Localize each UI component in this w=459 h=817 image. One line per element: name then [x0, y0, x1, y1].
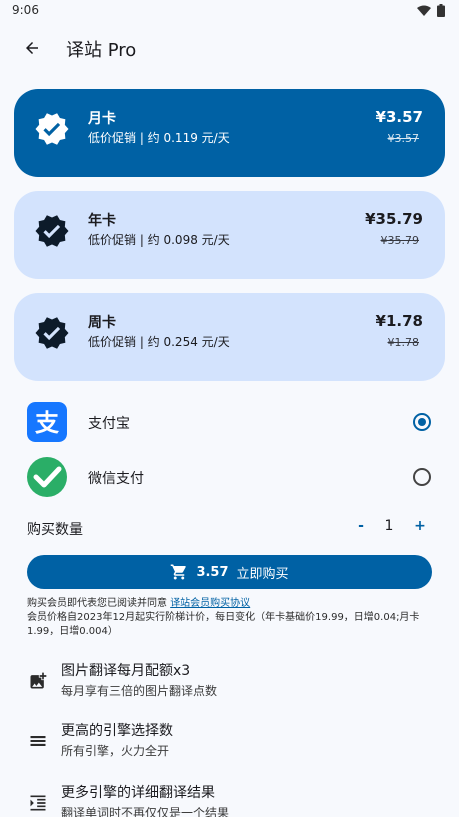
pricing-note: 会员价格自2023年12月起实行阶梯计价，每日变化（年卡基础价19.99，日增0…: [27, 612, 420, 637]
buy-label: 立即购买: [236, 566, 289, 582]
verified-badge-icon: [35, 317, 69, 349]
feature-title: 更多引擎的详细翻译结果: [61, 785, 215, 801]
plan-original-price: ¥35.79: [380, 234, 420, 247]
wifi-icon: [417, 5, 431, 16]
feature-title: 图片翻译每月配额x3: [61, 663, 191, 679]
verified-badge-icon: [35, 113, 69, 145]
agreement-text: 购买会员即代表您已阅读并同意 译站会员购买协议 会员价格自2023年12月起实行…: [27, 597, 432, 639]
plan-card-monthly[interactable]: 月卡 低价促销 | 约 0.119 元/天 ¥3.57 ¥3.57: [14, 89, 445, 177]
quantity-label: 购买数量: [27, 522, 83, 538]
plan-desc: 低价促销 | 约 0.254 元/天: [88, 335, 230, 349]
status-bar: 9:06: [0, 0, 459, 22]
buy-now-button[interactable]: 3.57 立即购买: [27, 555, 432, 589]
format-indent-icon: [30, 795, 46, 811]
add-photo-icon: [30, 672, 47, 689]
wechat-pay-icon: [27, 457, 67, 497]
back-button[interactable]: [18, 34, 46, 62]
wechat-radio[interactable]: [413, 468, 431, 486]
plan-card-yearly[interactable]: 年卡 低价促销 | 约 0.098 元/天 ¥35.79 ¥35.79: [14, 191, 445, 279]
quantity-value: 1: [384, 518, 394, 534]
status-time: 9:06: [12, 3, 39, 17]
feature-item: 图片翻译每月配额x3 每月享有三倍的图片翻译点数: [0, 657, 459, 707]
feature-item: 更高的引擎选择数 所有引擎，火力全开: [0, 717, 459, 767]
plan-price: ¥3.57: [375, 108, 423, 126]
status-icons: [417, 4, 445, 17]
payment-option-wechat[interactable]: 微信支付: [0, 454, 459, 500]
alipay-icon: 支: [27, 402, 67, 442]
plan-price: ¥35.79: [365, 210, 423, 228]
alipay-radio[interactable]: [413, 413, 431, 431]
plan-original-price: ¥1.78: [387, 336, 420, 349]
feature-subtitle: 所有引擎，火力全开: [61, 744, 170, 758]
feature-subtitle: 翻译单词时不再仅仅是一个结果: [61, 806, 230, 817]
arrow-back-icon: [26, 42, 38, 54]
menu-lines-icon: [30, 736, 46, 746]
battery-icon: [437, 4, 445, 17]
plan-card-weekly[interactable]: 周卡 低价促销 | 约 0.254 元/天 ¥1.78 ¥1.78: [14, 293, 445, 381]
app-bar: 译站 Pro: [0, 28, 459, 68]
plan-desc: 低价促销 | 约 0.119 元/天: [88, 131, 230, 145]
plan-original-price: ¥3.57: [387, 132, 420, 145]
plan-name: 年卡: [88, 213, 116, 229]
feature-item: 更多引擎的详细翻译结果 翻译单词时不再仅仅是一个结果: [0, 779, 459, 817]
page-title: 译站 Pro: [66, 40, 137, 61]
feature-subtitle: 每月享有三倍的图片翻译点数: [61, 684, 218, 698]
quantity-increase-button[interactable]: +: [413, 518, 427, 534]
feature-title: 更高的引擎选择数: [61, 723, 173, 739]
agreement-prefix: 购买会员即代表您已阅读并同意: [27, 598, 171, 609]
shopping-cart-icon: [171, 564, 187, 580]
plan-name: 月卡: [88, 111, 116, 127]
payment-label: 支付宝: [88, 416, 130, 432]
verified-badge-icon: [35, 215, 69, 247]
plan-name: 周卡: [88, 315, 116, 331]
payment-option-alipay[interactable]: 支 支付宝: [0, 399, 459, 445]
plan-desc: 低价促销 | 约 0.098 元/天: [88, 233, 230, 247]
svg-text:支: 支: [35, 409, 60, 437]
plan-price: ¥1.78: [375, 312, 423, 330]
payment-label: 微信支付: [88, 471, 144, 487]
quantity-decrease-button[interactable]: -: [354, 518, 368, 534]
agreement-link[interactable]: 译站会员购买协议: [170, 598, 250, 609]
buy-amount: 3.57: [196, 564, 229, 580]
